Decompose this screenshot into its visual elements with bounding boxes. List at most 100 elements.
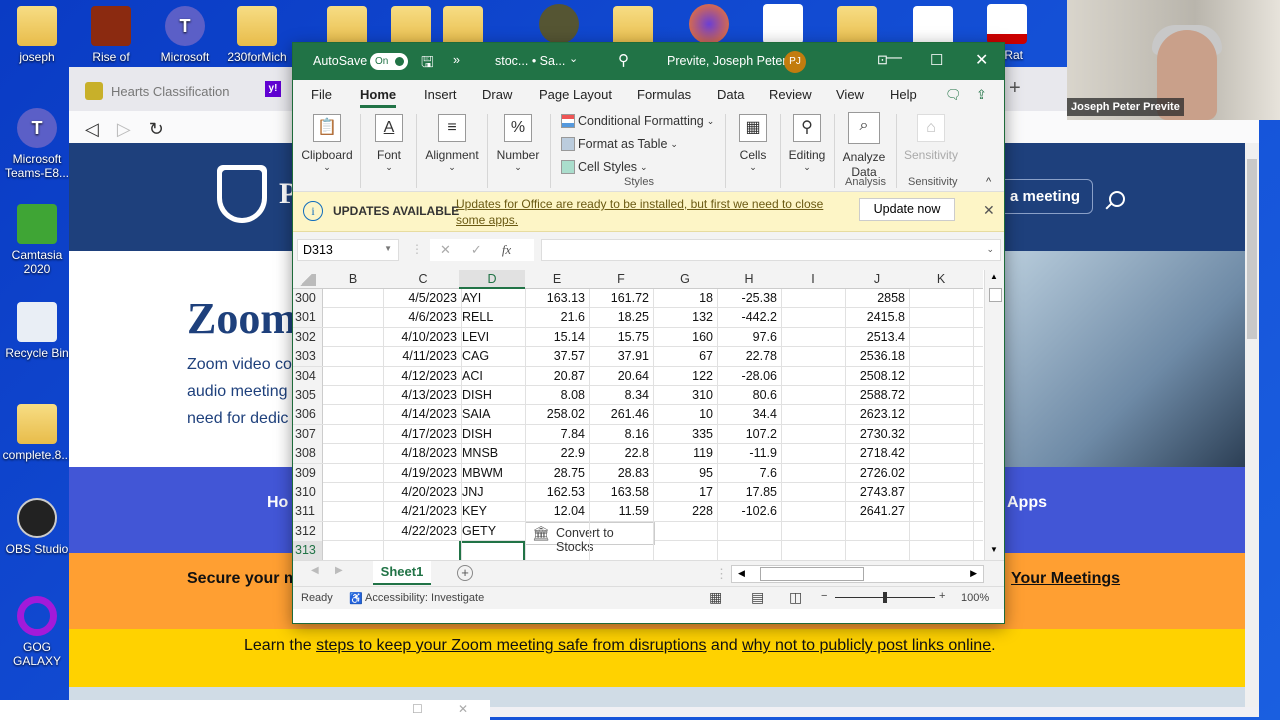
desktop-icon-microsoft[interactable]: T Microsoft xyxy=(150,6,220,64)
cell-h[interactable]: 107.2 xyxy=(717,427,777,441)
save-icon[interactable]: 🖫 xyxy=(421,52,434,77)
formula-input[interactable]: ⌄ xyxy=(541,239,1001,261)
site-search-icon[interactable] xyxy=(1109,191,1125,207)
font-group[interactable]: A Font ⌄ xyxy=(367,114,411,173)
page-layout-view-icon[interactable]: ▤ xyxy=(751,589,764,606)
cell-g[interactable]: 10 xyxy=(653,407,713,421)
cell-h[interactable]: -442.2 xyxy=(717,310,777,324)
column-header-i[interactable]: I xyxy=(781,272,845,286)
cell-g[interactable]: 122 xyxy=(653,369,713,383)
cell-g[interactable]: 132 xyxy=(653,310,713,324)
select-all-button[interactable] xyxy=(296,274,316,286)
cell-g[interactable]: 95 xyxy=(653,466,713,480)
number-group[interactable]: % Number ⌄ xyxy=(493,114,543,173)
psu-shield-logo-icon[interactable] xyxy=(217,165,267,223)
column-header-b[interactable]: B xyxy=(323,272,383,286)
maximize-icon[interactable]: ☐ xyxy=(412,702,423,716)
cell-d[interactable]: AYI xyxy=(462,291,481,305)
spreadsheet-grid[interactable]: BCDEFGHIJK 300 4/5/2023 AYI 163.13 161.72 18-… xyxy=(293,270,1004,560)
nav-link-home[interactable]: Ho xyxy=(267,494,288,512)
alignment-group[interactable]: ≡ Alignment ⌄ xyxy=(421,114,483,173)
sensitivity-button[interactable]: ⌂ Sensitivity xyxy=(901,114,961,162)
cell-j[interactable]: 2718.42 xyxy=(845,446,905,460)
cell-f[interactable]: 37.91 xyxy=(589,349,649,363)
insert-function-icon[interactable]: fx xyxy=(502,242,511,258)
column-header-c[interactable]: C xyxy=(385,272,461,286)
close-banner-icon[interactable]: ✕ xyxy=(983,202,995,219)
tab-formulas[interactable]: Formulas xyxy=(637,87,691,102)
cell-d[interactable]: GETY xyxy=(462,524,496,538)
nav-link-apps[interactable]: Apps xyxy=(1007,494,1047,512)
cell-e[interactable]: 15.14 xyxy=(525,330,585,344)
cell-c[interactable]: 4/6/2023 xyxy=(385,310,457,324)
column-header-d[interactable]: D xyxy=(459,270,525,289)
cell-e[interactable]: 20.87 xyxy=(525,369,585,383)
accessibility-status[interactable]: Accessibility: Investigate xyxy=(365,592,484,604)
normal-view-icon[interactable]: ▦ xyxy=(709,589,722,606)
next-sheet-icon[interactable]: ▶ xyxy=(335,565,343,576)
horizontal-scroll-thumb[interactable] xyxy=(760,567,864,581)
horizontal-scrollbar[interactable]: ◀ ▶ xyxy=(731,565,984,583)
cell-h[interactable]: -102.6 xyxy=(717,504,777,518)
update-now-button[interactable]: Update now xyxy=(859,198,955,221)
share-icon[interactable]: ⇪ xyxy=(976,87,987,103)
cell-h[interactable]: 34.4 xyxy=(717,407,777,421)
cell-f[interactable]: 15.75 xyxy=(589,330,649,344)
cell-f[interactable]: 28.83 xyxy=(589,466,649,480)
desktop-icon-complete[interactable]: complete.8... xyxy=(2,404,72,462)
column-header-e[interactable]: E xyxy=(525,272,589,286)
desktop-icon-gog[interactable]: GOG GALAXY xyxy=(2,596,72,668)
enter-icon[interactable]: ✓ xyxy=(471,242,482,258)
cell-d[interactable]: DISH xyxy=(462,388,492,402)
column-header-h[interactable]: H xyxy=(717,272,781,286)
vertical-scrollbar[interactable]: ▲ ▼ xyxy=(984,270,1004,560)
row-header[interactable]: 305 xyxy=(293,386,323,405)
conditional-formatting-button[interactable]: Conditional Formatting ⌄ xyxy=(561,114,714,128)
cell-j[interactable]: 2508.12 xyxy=(845,369,905,383)
convert-to-stocks-button[interactable]: 🏛 Convert to Stocks xyxy=(525,522,655,554)
scrollbar-thumb[interactable] xyxy=(1247,159,1257,339)
cell-e[interactable]: 28.75 xyxy=(525,466,585,480)
desktop-icon-230formich[interactable]: 230forMich xyxy=(222,6,292,64)
tab-page-layout[interactable]: Page Layout xyxy=(539,87,612,102)
desktop-icon-camtasia[interactable]: Camtasia 2020 xyxy=(2,204,72,276)
cell-c[interactable]: 4/19/2023 xyxy=(385,466,457,480)
browser-tab[interactable]: Hearts Classification xyxy=(79,73,269,109)
name-box[interactable]: D313 ▼ xyxy=(297,239,399,261)
cell-c[interactable]: 4/5/2023 xyxy=(385,291,457,305)
cell-e[interactable]: 21.6 xyxy=(525,310,585,324)
collapse-ribbon-icon[interactable]: ^ xyxy=(986,176,991,188)
secure-meetings-link[interactable]: Your Meetings xyxy=(1011,570,1120,588)
cell-d[interactable]: SAIA xyxy=(462,407,491,421)
cell-h[interactable]: -28.06 xyxy=(717,369,777,383)
file-menu-chevron-icon[interactable]: ⌄ xyxy=(569,52,578,65)
cell-g[interactable]: 67 xyxy=(653,349,713,363)
minimize-button[interactable]: — xyxy=(886,49,902,67)
tab-view[interactable]: View xyxy=(836,87,864,102)
cell-e[interactable]: 7.84 xyxy=(525,427,585,441)
cell-h[interactable]: 80.6 xyxy=(717,388,777,402)
cell-d[interactable]: MBWM xyxy=(462,466,503,480)
close-icon[interactable]: ✕ xyxy=(458,702,468,716)
cell-h[interactable]: 97.6 xyxy=(717,330,777,344)
avatar[interactable]: PJ xyxy=(784,51,806,73)
row-header[interactable]: 313 xyxy=(293,541,323,560)
cell-j[interactable]: 2726.02 xyxy=(845,466,905,480)
desktop-icon-teams[interactable]: T Microsoft Teams-E8... xyxy=(2,108,72,180)
cell-f[interactable]: 161.72 xyxy=(589,291,649,305)
cell-g[interactable]: 160 xyxy=(653,330,713,344)
reload-icon[interactable]: ↻ xyxy=(149,119,164,140)
expand-formula-icon[interactable]: ⌄ xyxy=(986,244,994,255)
back-icon[interactable]: ◁ xyxy=(85,119,99,140)
cell-c[interactable]: 4/13/2023 xyxy=(385,388,457,402)
column-header-k[interactable]: K xyxy=(909,272,973,286)
cell-h[interactable]: 22.78 xyxy=(717,349,777,363)
row-header[interactable]: 302 xyxy=(293,327,323,347)
analyze-data-button[interactable]: ⌕ Analyze Data xyxy=(839,112,889,180)
scroll-up-icon[interactable]: ▲ xyxy=(990,272,998,281)
scroll-left-icon[interactable]: ◀ xyxy=(738,568,745,579)
cell-j[interactable]: 2623.12 xyxy=(845,407,905,421)
cell-f[interactable]: 20.64 xyxy=(589,369,649,383)
zoom-level[interactable]: 100% xyxy=(961,592,989,604)
why-not-link[interactable]: why not to publicly post links online xyxy=(742,637,991,654)
